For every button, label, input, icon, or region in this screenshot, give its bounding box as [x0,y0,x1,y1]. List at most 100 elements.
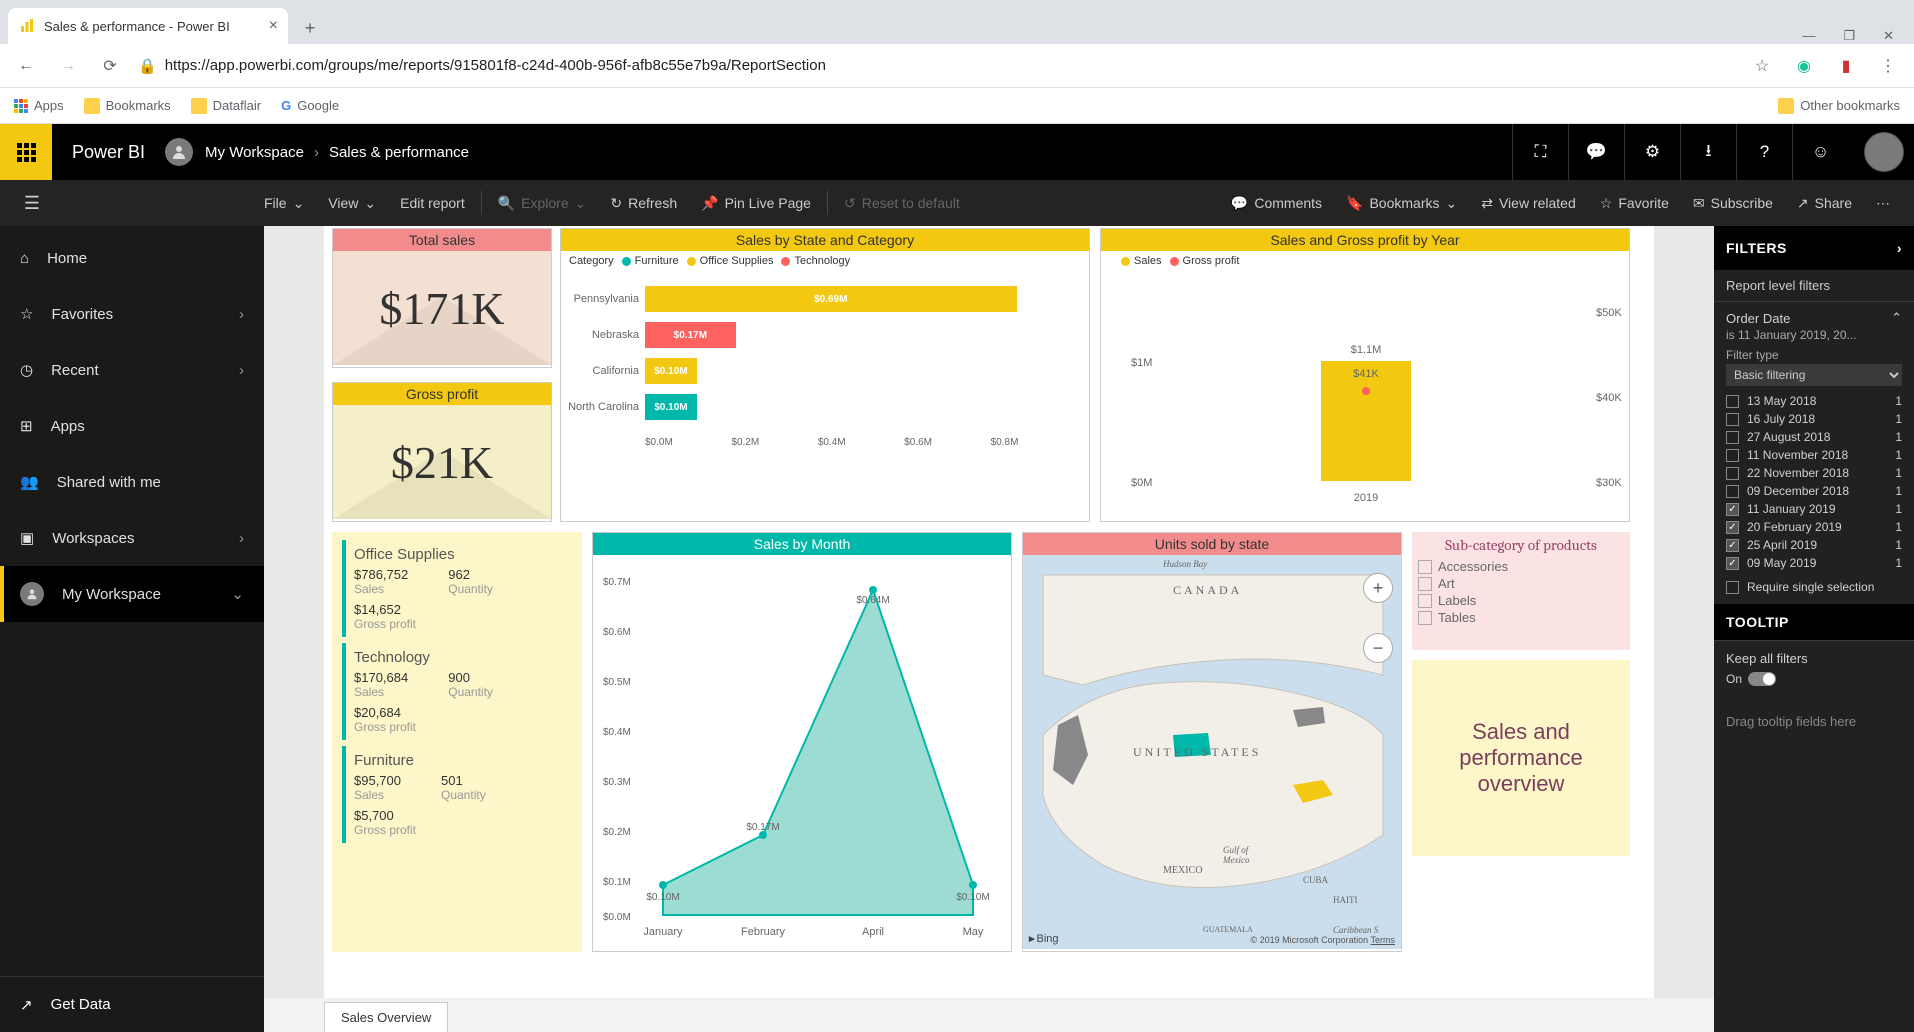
filters-panel: FILTERS› Report level filters Order Date… [1714,226,1914,1032]
file-menu[interactable]: File ⌄ [252,180,316,226]
download-button[interactable]: ⭳ [1680,124,1736,180]
sidebar-item-workspaces[interactable]: ▣Workspaces› [0,510,264,566]
sidebar-item-favorites[interactable]: ☆Favorites› [0,286,264,342]
chevron-right-icon[interactable]: › [1897,240,1902,256]
filter-date-item[interactable]: 11 January 20191 [1726,500,1902,518]
hamburger-button[interactable]: ☰ [12,193,52,214]
view-menu[interactable]: View ⌄ [316,180,388,226]
require-single-checkbox[interactable]: Require single selection [1726,580,1874,594]
filter-date-item[interactable]: 27 August 20181 [1726,428,1902,446]
filter-date-item[interactable]: 22 November 20181 [1726,464,1902,482]
browser-tab[interactable]: Sales & performance - Power BI × [8,8,288,44]
edit-report-button[interactable]: Edit report [388,180,477,226]
subscribe-button[interactable]: ✉Subscribe [1681,180,1785,226]
star-icon: ☆ [1600,195,1613,212]
get-data-button[interactable]: ↗Get Data [0,976,264,1032]
tab-close-icon[interactable]: × [269,17,278,35]
refresh-button[interactable]: ↻Refresh [598,180,689,226]
reload-button[interactable]: ⟳ [96,52,124,80]
card-gross-profit[interactable]: Gross profit $21K [332,382,552,522]
url-text: https://app.powerbi.com/groups/me/report… [165,57,826,74]
app-launcher-button[interactable] [0,124,52,180]
chart-sales-state-category[interactable]: Sales by State and Category Category Fur… [560,228,1090,522]
favorite-button[interactable]: ☆Favorite [1588,180,1681,226]
chart-title: Units sold by state [1023,533,1401,555]
minimize-icon[interactable]: — [1802,28,1815,44]
pin-live-page-button[interactable]: 📌Pin Live Page [689,180,823,226]
settings-button[interactable]: ⚙ [1624,124,1680,180]
sidebar-item-shared[interactable]: 👥Shared with me [0,454,264,510]
grammarly-icon[interactable]: ◉ [1790,52,1818,80]
extension-icon[interactable]: ▮ [1832,52,1860,80]
chart-sales-by-month[interactable]: Sales by Month $0.7M$0.6M$0.5M$0.4M$0.3M… [592,532,1012,952]
home-icon: ⌂ [20,250,29,267]
view-related-button[interactable]: ⇄View related [1469,180,1588,226]
multirow-card[interactable]: Office Supplies $786,752Sales962Quantity… [332,532,582,952]
filter-date-item[interactable]: 20 February 20191 [1726,518,1902,536]
persona-icon [20,582,44,606]
map-units-sold-by-state[interactable]: Units sold by state CANADA UNITED STATES [1022,532,1402,952]
svg-text:$50K: $50K [1596,307,1622,319]
product-name: Power BI [52,142,165,163]
breadcrumb-report: Sales & performance [329,144,469,161]
filter-type-select[interactable]: Basic filtering [1726,364,1902,386]
maximize-icon[interactable]: ❐ [1843,28,1855,44]
map-zoom-out-button[interactable]: − [1363,633,1393,663]
filter-date-item[interactable]: 13 May 20181 [1726,392,1902,410]
share-button[interactable]: ↗Share [1785,180,1864,226]
browser-menu-icon[interactable]: ⋮ [1874,52,1902,80]
chat-button[interactable]: 💬 [1568,124,1624,180]
sidebar-item-my-workspace[interactable]: My Workspace⌄ [0,566,264,622]
sidebar-item-home[interactable]: ⌂Home [0,230,264,286]
filter-date-item[interactable]: 25 April 20191 [1726,536,1902,554]
forward-button[interactable]: → [54,52,82,80]
filter-date-item[interactable]: 11 November 20181 [1726,446,1902,464]
report-tab[interactable]: Sales Overview [324,1002,448,1032]
filter-date-item[interactable]: 09 May 20191 [1726,554,1902,572]
explore-button: 🔍Explore ⌄ [486,180,599,226]
map-terms-link[interactable]: Terms [1371,935,1396,945]
feedback-button[interactable]: ☺ [1792,124,1848,180]
bookmark-folder[interactable]: Bookmarks [84,98,171,114]
fullscreen-button[interactable]: ⛶ [1512,124,1568,180]
back-button[interactable]: ← [12,52,40,80]
browser-tab-bar: Sales & performance - Power BI × + — ❐ ✕ [0,0,1914,44]
chart-title: Sales by Month [593,533,1011,555]
user-avatar[interactable] [1864,132,1904,172]
bookmarks-button[interactable]: 🔖Bookmarks ⌄ [1334,180,1469,226]
help-button[interactable]: ? [1736,124,1792,180]
breadcrumb-workspace[interactable]: My Workspace [205,144,304,161]
svg-text:May: May [963,926,984,938]
sidebar-item-apps[interactable]: ⊞Apps [0,398,264,454]
bookmark-google[interactable]: G Google [281,98,339,113]
other-bookmarks[interactable]: Other bookmarks [1778,98,1900,114]
slicer-item[interactable]: Accessories [1418,558,1624,575]
slicer-item[interactable]: Art [1418,575,1624,592]
map-body[interactable]: CANADA UNITED STATES MEXICO Gulf of Mexi… [1023,555,1401,949]
slicer-item[interactable]: Tables [1418,609,1624,626]
url-input[interactable]: 🔒 https://app.powerbi.com/groups/me/repo… [138,57,1734,75]
more-button[interactable]: ⋯ [1864,180,1902,226]
bookmark-folder[interactable]: Dataflair [191,98,261,114]
apps-shortcut[interactable]: Apps [14,98,64,113]
filter-date-item[interactable]: 09 December 20181 [1726,482,1902,500]
apps-icon: ⊞ [20,417,33,435]
close-window-icon[interactable]: ✕ [1883,28,1894,44]
svg-text:$0.0M: $0.0M [603,912,631,923]
keep-all-toggle[interactable] [1748,672,1776,686]
slicer-item[interactable]: Labels [1418,592,1624,609]
refresh-icon: ↻ [610,195,622,212]
sidebar-item-recent[interactable]: ◷Recent› [0,342,264,398]
map-zoom-in-button[interactable]: + [1363,573,1393,603]
star-icon[interactable]: ☆ [1748,52,1776,80]
new-tab-button[interactable]: + [294,12,326,44]
svg-text:February: February [741,926,786,938]
card-total-sales[interactable]: Total sales $171K [332,228,552,368]
filter-date-item[interactable]: 16 July 20181 [1726,410,1902,428]
chevron-up-icon[interactable]: ⌃ [1891,310,1902,326]
comments-button[interactable]: 💬Comments [1219,180,1334,226]
slicer-subcategory[interactable]: Sub-category of products Accessories Art… [1412,532,1630,650]
svg-text:$41K: $41K [1353,368,1379,380]
svg-text:$0.10M: $0.10M [956,892,989,903]
chart-sales-gross-profit-year[interactable]: Sales and Gross profit by Year Sales Gro… [1100,228,1630,522]
